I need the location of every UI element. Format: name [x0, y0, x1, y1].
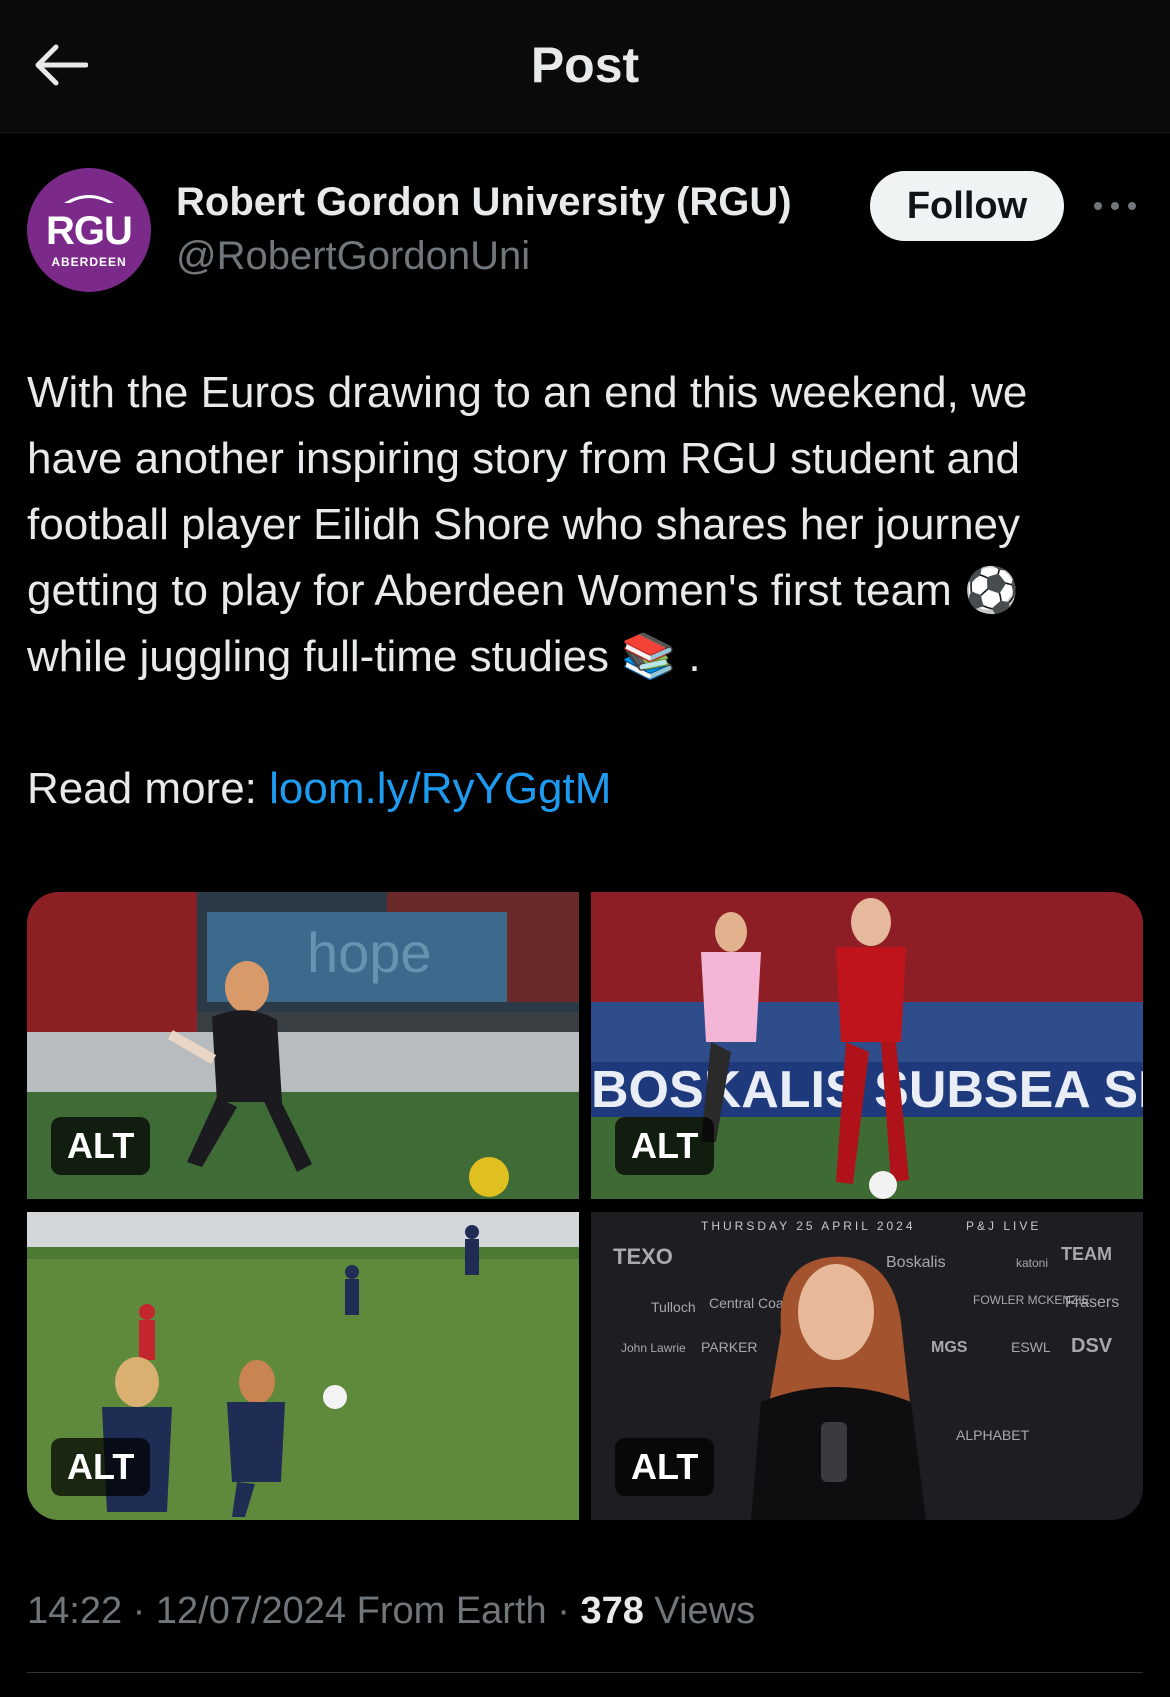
media-grid: hope ALT BOSKALIS SUBSEA SERVIC: [27, 892, 1143, 1520]
alt-badge[interactable]: ALT: [615, 1438, 715, 1496]
article-link[interactable]: loom.ly/RyYGgtM: [269, 764, 611, 813]
sponsor-logo: DSV: [1071, 1335, 1113, 1357]
avatar[interactable]: RGU ABERDEEN: [27, 168, 151, 292]
top-bar: Post: [0, 0, 1170, 133]
post-text-line: have another inspiring story from RGU st…: [27, 434, 1020, 483]
author-name[interactable]: Robert Gordon University (RGU): [176, 180, 792, 225]
post-source: From Earth: [346, 1590, 547, 1632]
sponsor-logo: PARKER: [701, 1339, 758, 1355]
photo-4[interactable]: THURSDAY 25 APRIL 2024 P&J LIVE TEXO Bos…: [591, 1212, 1143, 1520]
post-meta: 14:22 · 12/07/2024 From Earth · 378 View…: [27, 1590, 755, 1633]
sponsor-logo: TEAM: [1061, 1244, 1112, 1264]
alt-badge[interactable]: ALT: [51, 1438, 151, 1496]
photo-2[interactable]: BOSKALIS SUBSEA SERVIC ALT: [591, 892, 1143, 1199]
sponsor-logo: TEXO: [613, 1244, 673, 1269]
sponsor-logo: Frasers: [1065, 1294, 1119, 1311]
read-more-line: Read more: loom.ly/RyYGgtM: [27, 756, 1147, 822]
avatar-logo-subtext: ABERDEEN: [51, 255, 127, 269]
sponsor-logo: ALPHABET: [956, 1427, 1030, 1443]
post-text-segment: getting to play for Aberdeen Women's fir…: [27, 566, 952, 615]
meta-separator: ·: [546, 1590, 581, 1632]
more-horizontal-icon: [1094, 202, 1136, 210]
sponsor-logo: Boskalis: [886, 1254, 946, 1271]
sponsor-logo: Tulloch: [651, 1299, 696, 1315]
sponsor-logo: katoni: [1016, 1256, 1048, 1270]
post-text-segment: .: [676, 632, 701, 681]
photo-4-banner-right: P&J LIVE: [966, 1219, 1041, 1233]
post-text-segment: while juggling full-time studies: [27, 632, 610, 681]
follow-button[interactable]: Follow: [870, 171, 1064, 241]
alt-badge[interactable]: ALT: [615, 1117, 715, 1175]
university-roof-icon: [64, 195, 114, 203]
post-text-line: getting to play for Aberdeen Women's fir…: [27, 558, 1147, 624]
author-handle[interactable]: @RobertGordonUni: [176, 234, 530, 279]
photo-1[interactable]: hope ALT: [27, 892, 579, 1199]
photo-4-banner-left: THURSDAY 25 APRIL 2024: [701, 1219, 916, 1233]
read-more-label: Read more:: [27, 764, 270, 813]
soccer-ball-emoji: ⚽: [963, 565, 1019, 616]
page-title: Post: [530, 37, 640, 93]
views-label: Views: [643, 1590, 756, 1632]
avatar-logo-text: RGU: [46, 209, 133, 253]
post-body: With the Euros drawing to an end this we…: [27, 360, 1147, 822]
post-text-line: With the Euros drawing to an end this we…: [27, 368, 1028, 417]
divider: [27, 1672, 1143, 1673]
post-time[interactable]: 14:22: [27, 1590, 122, 1632]
sponsor-logo: ESWL: [1011, 1339, 1051, 1355]
post-date[interactable]: 12/07/2024: [156, 1590, 346, 1632]
post-text-line: football player Eilidh Shore who shares …: [27, 500, 1021, 549]
more-options-button[interactable]: [1090, 188, 1140, 224]
alt-badge[interactable]: ALT: [51, 1117, 151, 1175]
photo-2-banner-text: BOSKALIS SUBSEA SERVIC: [591, 1061, 1143, 1119]
sponsor-logo: MGS: [931, 1339, 968, 1356]
photo-1-banner-text: hope: [307, 921, 432, 984]
sponsor-logo: John Lawrie: [621, 1341, 686, 1355]
views-count[interactable]: 378: [580, 1590, 643, 1632]
meta-separator: ·: [122, 1590, 156, 1632]
photo-3[interactable]: ALT: [27, 1212, 579, 1520]
books-emoji: 📚: [621, 631, 677, 682]
post-text-line: while juggling full-time studies 📚 .: [27, 624, 1147, 690]
